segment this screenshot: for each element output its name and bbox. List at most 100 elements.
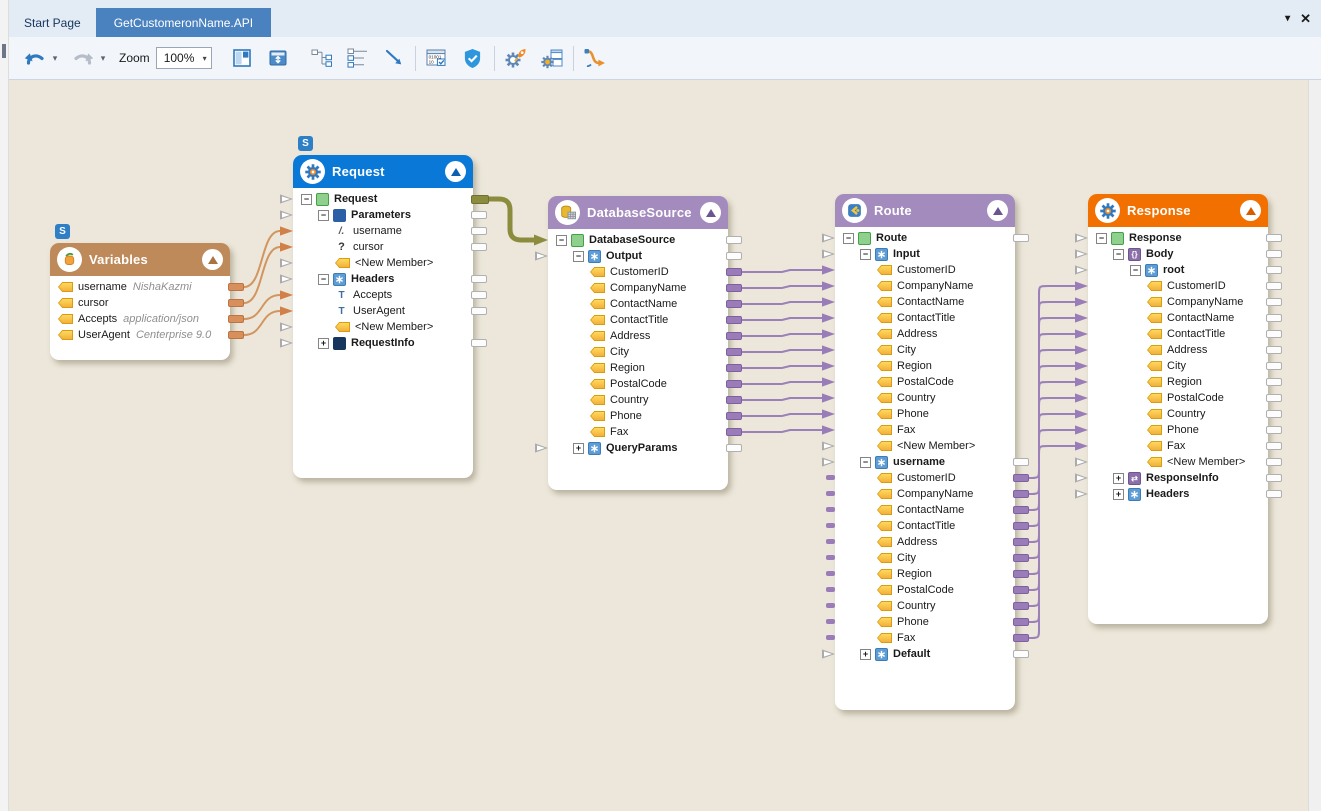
mapped-port[interactable] [826, 539, 835, 544]
tree-item-phone[interactable]: Phone [835, 406, 1015, 422]
tree-item-country[interactable]: Country [835, 598, 1015, 614]
output-port-connected[interactable] [726, 332, 742, 340]
output-port-connected[interactable] [726, 300, 742, 308]
auto-route-links-button[interactable] [581, 44, 609, 72]
output-port-connected[interactable] [1013, 618, 1029, 626]
input-port[interactable] [280, 194, 293, 204]
output-port-connected[interactable] [1013, 522, 1029, 530]
input-port-connected[interactable] [280, 306, 293, 316]
node-header[interactable]: Request [293, 155, 473, 188]
tree-item-postalcode[interactable]: PostalCode [1088, 390, 1268, 406]
output-port-connected[interactable] [726, 428, 742, 436]
output-port[interactable] [471, 291, 487, 299]
tab-start-page[interactable]: Start Page [9, 8, 96, 37]
collapse-node-icon[interactable]: − [860, 457, 871, 468]
input-port[interactable] [822, 441, 835, 451]
expand-node-icon[interactable]: + [1113, 473, 1124, 484]
tree-item-new-member[interactable]: <New Member> [293, 319, 473, 335]
output-port[interactable] [1013, 234, 1029, 242]
tree-item-contacttitle[interactable]: ContactTitle [835, 310, 1015, 326]
output-port[interactable] [1266, 410, 1282, 418]
output-port-connected[interactable] [1013, 490, 1029, 498]
input-port-connected[interactable] [1075, 441, 1088, 451]
connection-purple-16[interactable] [1029, 286, 1075, 478]
connection-purple-24[interactable] [1029, 414, 1075, 606]
output-port-connected[interactable] [228, 283, 244, 291]
output-port-connected[interactable] [1013, 570, 1029, 578]
output-port-connected[interactable] [228, 299, 244, 307]
tree-item-contacttitle[interactable]: ContactTitle [548, 312, 728, 328]
output-port-connected[interactable] [726, 348, 742, 356]
input-port-connected[interactable] [1075, 297, 1088, 307]
output-port-connected[interactable] [1013, 602, 1029, 610]
tree-item-headers[interactable]: +∗Headers [1088, 486, 1268, 502]
connection-purple-7[interactable] [742, 302, 822, 304]
input-port-connected[interactable] [1075, 393, 1088, 403]
collapse-node-icon[interactable]: − [843, 233, 854, 244]
input-port-connected[interactable] [822, 393, 835, 403]
undo-button[interactable] [21, 44, 49, 72]
output-port[interactable] [471, 339, 487, 347]
output-port[interactable] [1266, 234, 1282, 242]
right-scroll-strip[interactable] [1308, 37, 1321, 811]
collapse-button[interactable] [987, 200, 1008, 221]
output-port[interactable] [1266, 250, 1282, 258]
left-dock-strip[interactable] [0, 0, 9, 811]
tree-item-postalcode[interactable]: PostalCode [548, 376, 728, 392]
mapped-port[interactable] [826, 587, 835, 592]
tree-item-useragent[interactable]: UserAgentCenterprise 9.0 [50, 327, 230, 343]
mapped-port[interactable] [826, 555, 835, 560]
input-port[interactable] [280, 338, 293, 348]
layout-panels-button[interactable] [228, 44, 256, 72]
output-port[interactable] [1013, 458, 1029, 466]
input-port[interactable] [1075, 457, 1088, 467]
collapse-node-icon[interactable]: − [860, 249, 871, 260]
input-port-connected[interactable] [822, 345, 835, 355]
collapse-node-icon[interactable]: − [573, 251, 584, 262]
tree-item-parameters[interactable]: −Parameters [293, 207, 473, 223]
preview-data-button[interactable]: 0100110 [423, 44, 451, 72]
tree-item-city[interactable]: City [1088, 358, 1268, 374]
input-port-connected[interactable] [1075, 329, 1088, 339]
tree-item-accepts[interactable]: Acceptsapplication/json [50, 311, 230, 327]
tree-item-fax[interactable]: Fax [548, 424, 728, 440]
tree-item-accepts[interactable]: TAccepts [293, 287, 473, 303]
connection-orange-3[interactable] [244, 311, 280, 335]
tree-item-new-member[interactable]: <New Member> [293, 255, 473, 271]
input-port[interactable] [535, 443, 548, 453]
output-port-connected[interactable] [726, 380, 742, 388]
input-port-connected[interactable] [822, 409, 835, 419]
connection-purple-20[interactable] [1029, 350, 1075, 542]
input-port[interactable] [280, 322, 293, 332]
tree-item-output[interactable]: −∗Output [548, 248, 728, 264]
output-port[interactable] [1266, 490, 1282, 498]
input-port-connected[interactable] [822, 281, 835, 291]
output-port[interactable] [1266, 442, 1282, 450]
tree-item-contacttitle[interactable]: ContactTitle [835, 518, 1015, 534]
input-port-connected[interactable] [822, 313, 835, 323]
tree-item-country[interactable]: Country [1088, 406, 1268, 422]
input-port-connected[interactable] [1075, 361, 1088, 371]
input-port[interactable] [1075, 489, 1088, 499]
tree-item-default[interactable]: +∗Default [835, 646, 1015, 662]
connection-purple-11[interactable] [742, 366, 822, 368]
input-port-connected[interactable] [822, 361, 835, 371]
input-port[interactable] [280, 274, 293, 284]
output-port[interactable] [1266, 282, 1282, 290]
output-port[interactable] [471, 275, 487, 283]
connection-purple-21[interactable] [1029, 366, 1075, 558]
connection-orange-1[interactable] [244, 247, 280, 303]
connection-purple-10[interactable] [742, 350, 822, 352]
output-port[interactable] [471, 211, 487, 219]
tree-item-contactname[interactable]: ContactName [835, 294, 1015, 310]
collapse-node-icon[interactable]: − [318, 210, 329, 221]
output-port-connected[interactable] [228, 331, 244, 339]
mapped-port[interactable] [826, 635, 835, 640]
tree-item-cursor[interactable]: ?cursor [293, 239, 473, 255]
output-port[interactable] [1266, 362, 1282, 370]
tree-item-queryparams[interactable]: +∗QueryParams [548, 440, 728, 456]
connection-purple-22[interactable] [1029, 382, 1075, 574]
close-tab-icon[interactable]: ✕ [1300, 12, 1311, 25]
input-port[interactable] [1075, 233, 1088, 243]
input-port-connected[interactable] [822, 377, 835, 387]
